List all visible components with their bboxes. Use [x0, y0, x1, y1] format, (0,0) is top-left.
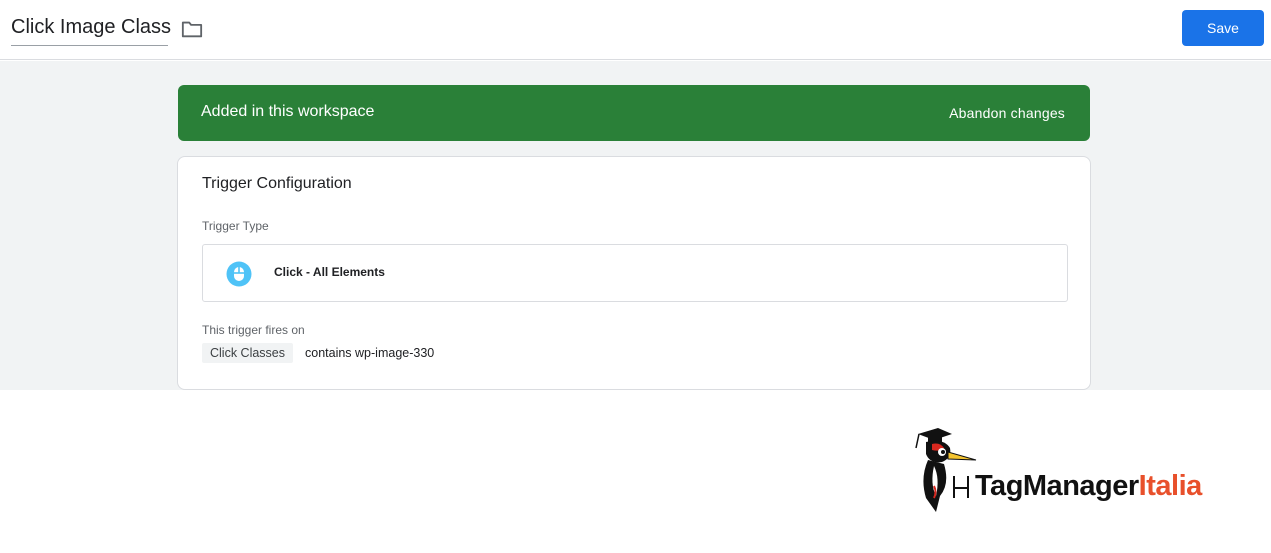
fires-on-label: This trigger fires on: [202, 323, 305, 337]
workspace-status-banner: Added in this workspace Abandon changes: [178, 85, 1090, 141]
trigger-name-title[interactable]: Click Image Class: [11, 16, 171, 46]
condition-variable-chip: Click Classes: [202, 343, 294, 363]
abandon-changes-link[interactable]: Abandon changes: [949, 105, 1065, 121]
logo-word-tagmanager: TagManager: [975, 470, 1139, 502]
tagmanageritalia-logo: TagManagerItalia: [910, 426, 1230, 518]
trigger-type-label: Trigger Type: [202, 219, 269, 233]
logo-word-italia: Italia: [1138, 470, 1203, 502]
logo-wordmark: TagManagerItalia: [975, 470, 1202, 503]
trigger-type-name: Click - All Elements: [274, 265, 385, 279]
woodpecker-mascot: [915, 428, 977, 512]
condition-text: contains wp-image-330: [305, 346, 435, 360]
top-bar: Click Image Class Save: [0, 0, 1271, 60]
trigger-type-selector[interactable]: Click - All Elements: [202, 244, 1068, 302]
folder-icon[interactable]: [181, 19, 203, 39]
banner-text: Added in this workspace: [201, 103, 375, 120]
trigger-configuration-card: Trigger Configuration Trigger Type Click…: [177, 156, 1091, 390]
mouse-icon: [226, 261, 252, 287]
card-title: Trigger Configuration: [202, 175, 352, 192]
save-button[interactable]: Save: [1182, 10, 1264, 46]
